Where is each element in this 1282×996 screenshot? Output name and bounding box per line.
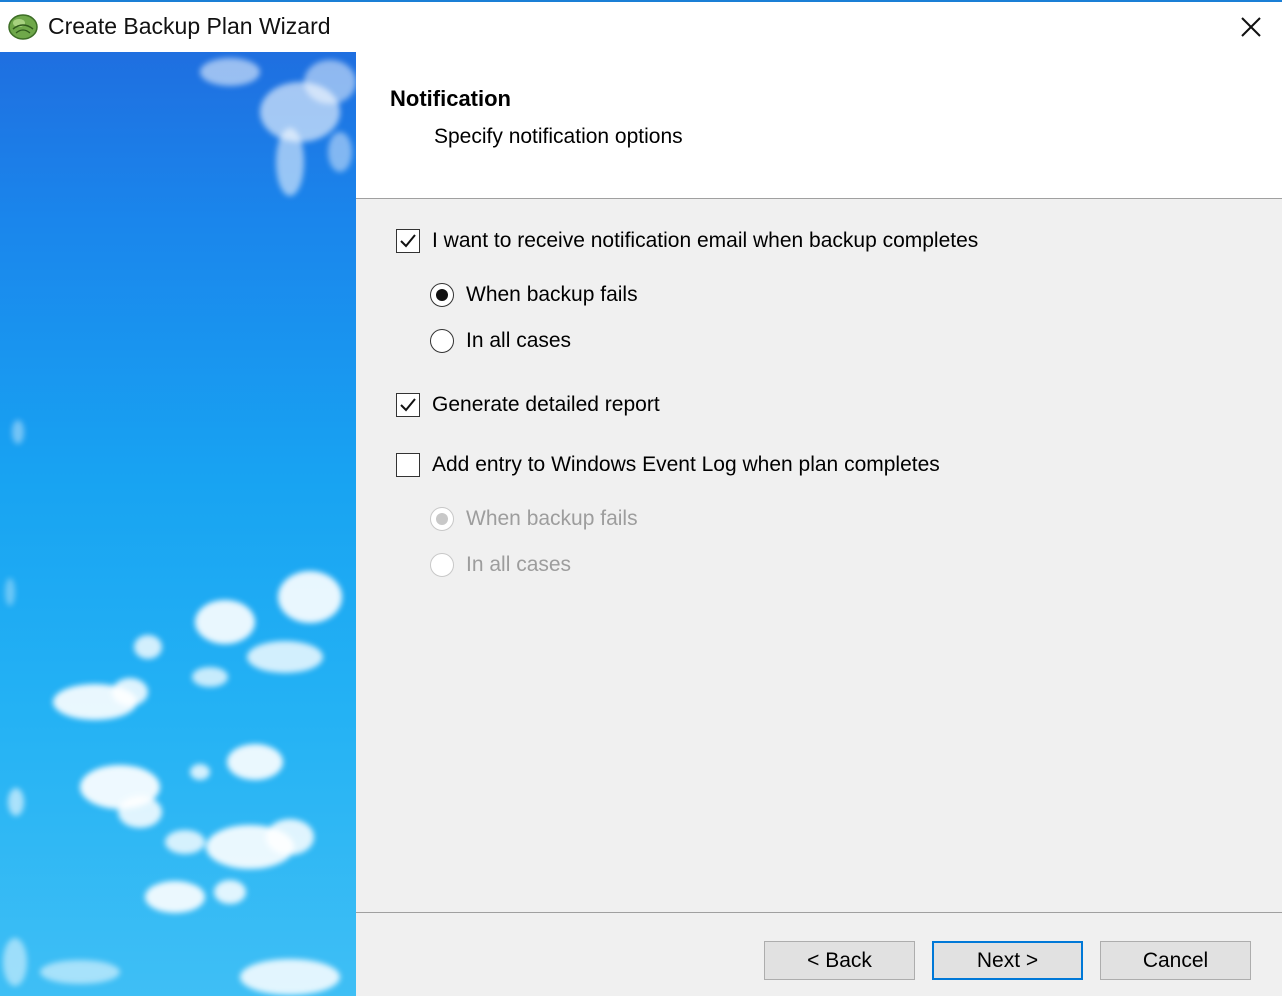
app-cloud-icon [7,11,39,41]
back-button[interactable]: < Back [764,941,915,980]
title-bar: Create Backup Plan Wizard [0,2,1282,52]
email-all-cases-radio-row[interactable]: In all cases [430,329,571,353]
page-subtitle: Specify notification options [434,125,683,148]
close-button[interactable] [1234,10,1268,44]
wizard-window: Create Backup Plan Wizard Notification S… [0,0,1282,996]
wizard-header: Notification Specify notification option… [356,52,1282,199]
email-when-fails-radio[interactable] [430,283,454,307]
next-button[interactable]: Next > [932,941,1083,980]
email-notify-checkbox[interactable] [396,229,420,253]
email-notify-label: I want to receive notification email whe… [432,229,979,252]
email-when-fails-label: When backup fails [466,283,638,306]
detailed-report-label: Generate detailed report [432,393,660,416]
radio-dot-icon [436,289,448,301]
event-when-fails-label: When backup fails [466,507,638,530]
event-when-fails-radio-row: When backup fails [430,507,638,531]
sky-side-image [0,52,356,996]
event-log-checkbox[interactable] [396,453,420,477]
detailed-report-checkbox-row[interactable]: Generate detailed report [396,393,660,417]
wizard-footer: < Back Next > Cancel [356,912,1282,996]
page-title: Notification [390,86,511,111]
email-when-fails-radio-row[interactable]: When backup fails [430,283,638,307]
notification-options-panel: I want to receive notification email whe… [356,199,1282,912]
checkmark-icon [400,234,416,248]
email-notify-checkbox-row[interactable]: I want to receive notification email whe… [396,229,978,253]
email-all-cases-radio[interactable] [430,329,454,353]
event-log-label: Add entry to Windows Event Log when plan… [432,453,940,476]
cancel-button[interactable]: Cancel [1100,941,1251,980]
checkmark-icon [400,398,416,412]
window-title: Create Backup Plan Wizard [48,13,331,39]
event-when-fails-radio [430,507,454,531]
event-all-cases-label: In all cases [466,553,572,576]
radio-dot-icon [436,513,448,525]
event-log-checkbox-row[interactable]: Add entry to Windows Event Log when plan… [396,453,940,477]
event-all-cases-radio [430,553,454,577]
email-all-cases-label: In all cases [466,329,572,352]
event-all-cases-radio-row: In all cases [430,553,571,577]
close-icon [1241,17,1261,37]
detailed-report-checkbox[interactable] [396,393,420,417]
